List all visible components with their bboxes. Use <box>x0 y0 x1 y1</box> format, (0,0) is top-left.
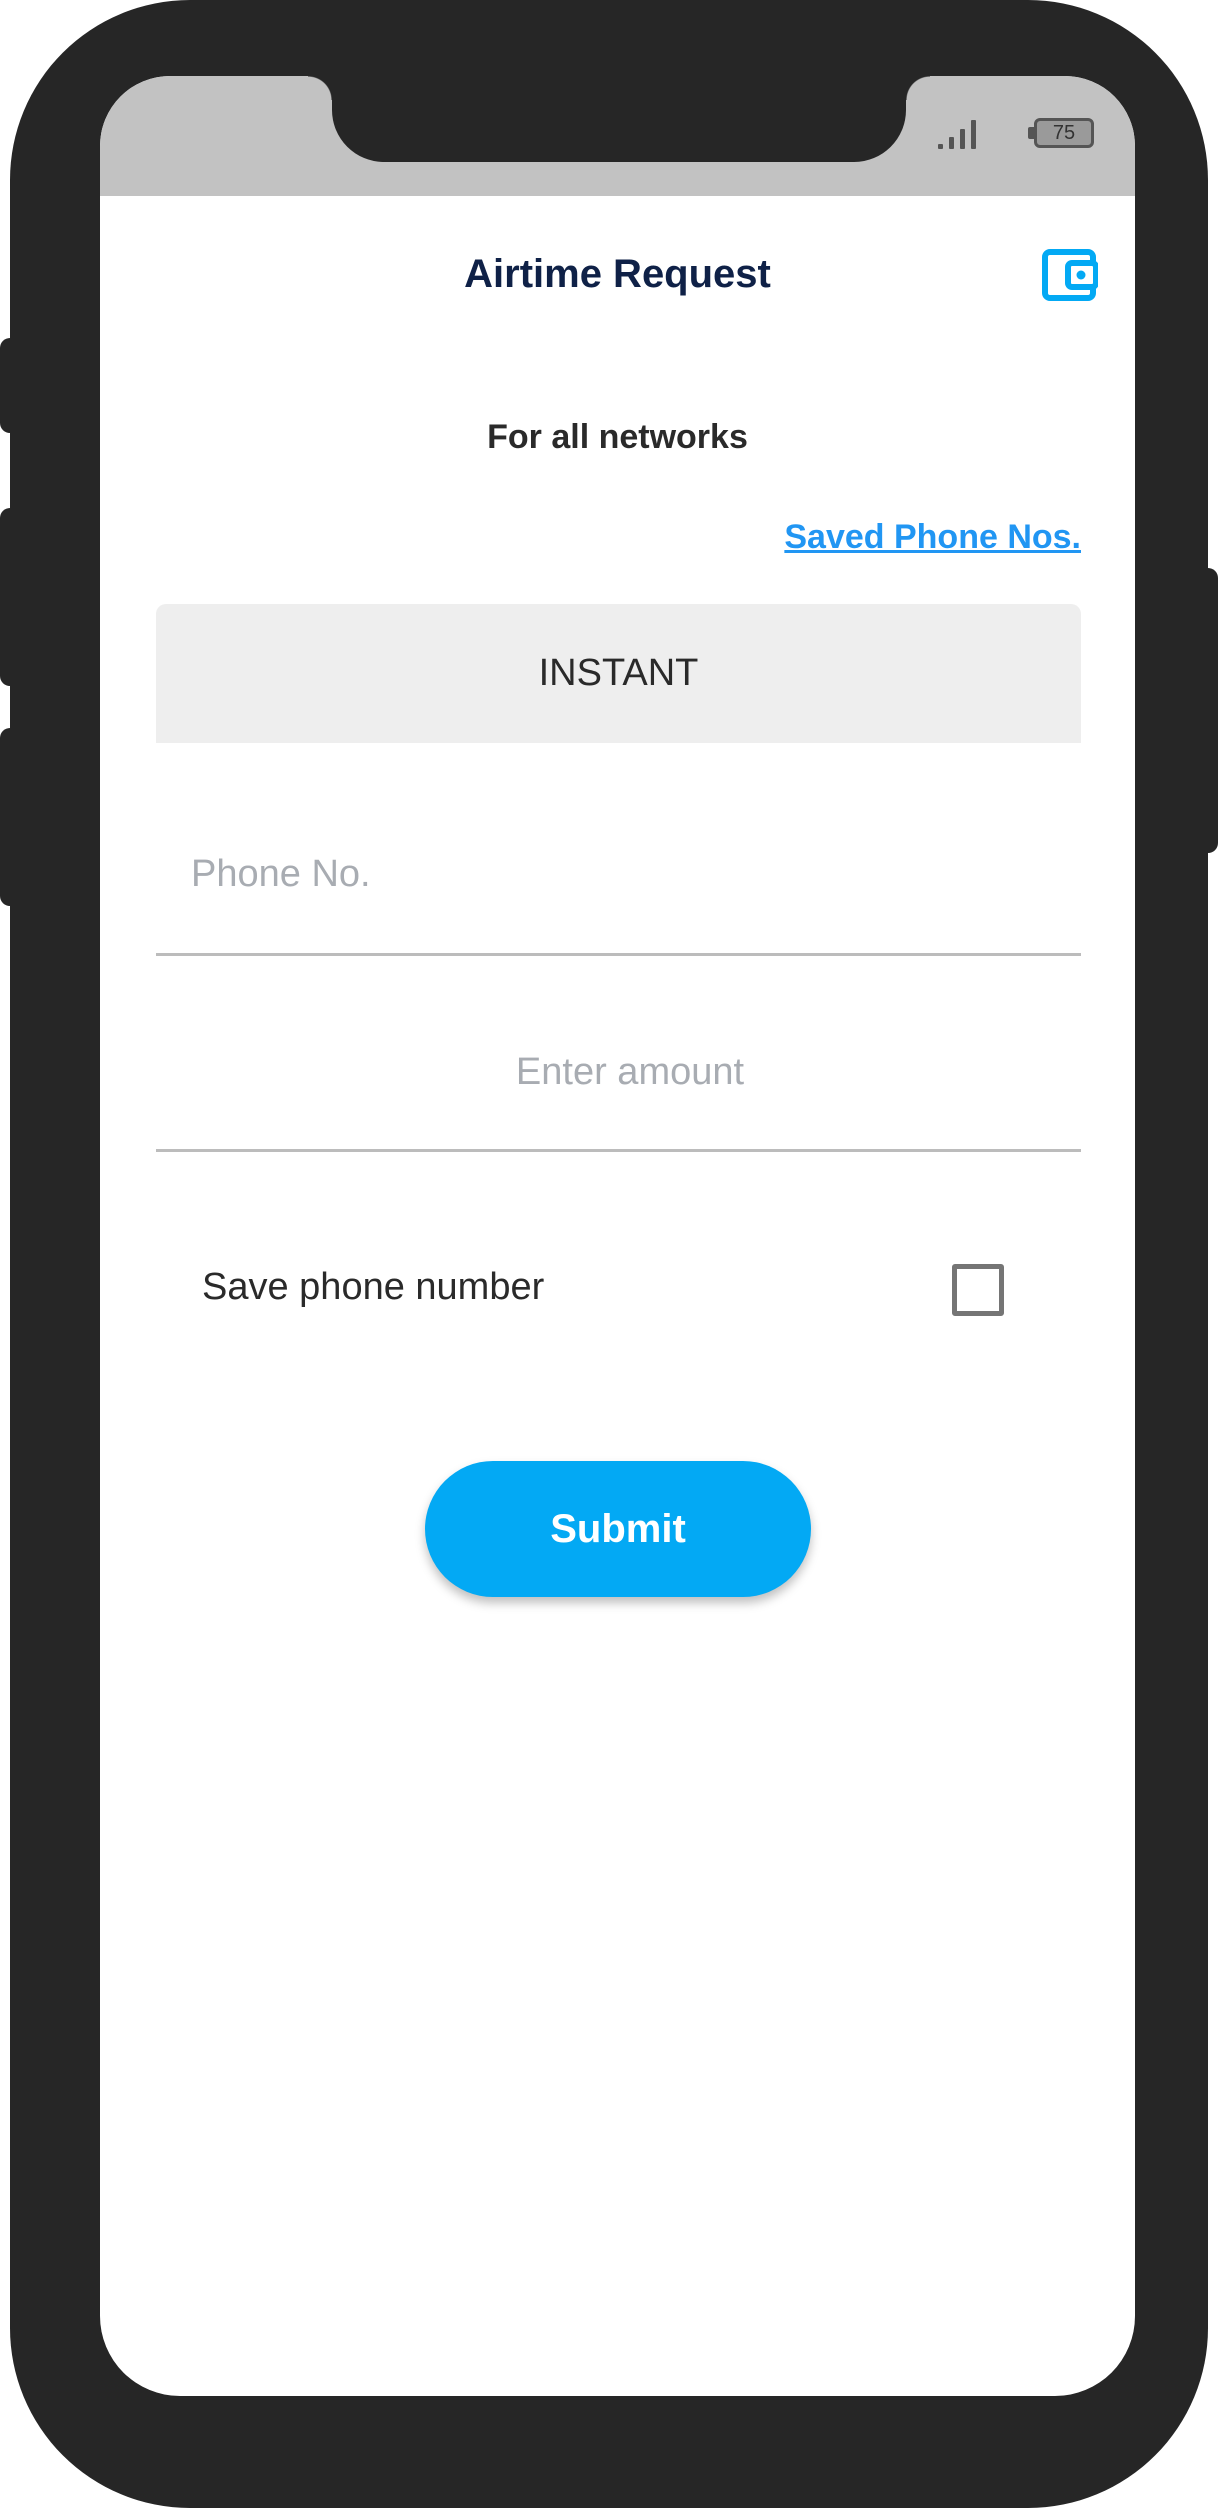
page-title: Airtime Request <box>464 252 771 296</box>
battery-level: 75 <box>1052 122 1076 144</box>
save-phone-checkbox[interactable] <box>952 1264 1004 1316</box>
request-type-value: INSTANT <box>538 652 699 694</box>
phone-input[interactable] <box>156 796 1081 953</box>
saved-phone-numbers-link[interactable]: Saved Phone Nos. <box>784 518 1081 557</box>
notch <box>308 76 930 162</box>
phone-frame: 75 Airtime Request For all networks Save… <box>10 0 1208 2508</box>
stage: 75 Airtime Request For all networks Save… <box>0 0 1218 2512</box>
save-phone-label: Save phone number <box>202 1266 545 1308</box>
submit-button[interactable]: Submit <box>425 1461 811 1597</box>
amount-input[interactable] <box>156 996 1081 1149</box>
phone-field <box>156 796 1081 956</box>
subtitle: For all networks <box>487 418 748 456</box>
status-bar: 75 <box>100 76 1135 196</box>
signal-bars-icon <box>938 120 976 149</box>
battery-icon: 75 <box>1028 118 1094 148</box>
wallet-icon[interactable] <box>1042 248 1098 302</box>
request-type-select[interactable]: INSTANT <box>156 604 1081 743</box>
amount-field <box>156 996 1081 1152</box>
screen: 75 Airtime Request For all networks Save… <box>100 76 1135 2396</box>
